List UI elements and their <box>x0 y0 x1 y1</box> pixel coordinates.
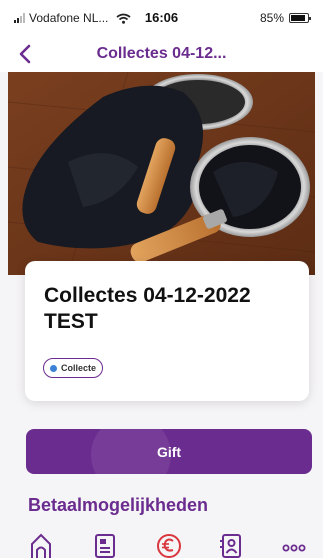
tab-bar <box>0 528 323 558</box>
euro-icon[interactable] <box>155 532 183 558</box>
back-chevron-icon[interactable] <box>14 42 38 66</box>
church-icon[interactable] <box>27 532 55 558</box>
category-badge: Collecte <box>43 358 104 378</box>
hero-image <box>8 72 315 275</box>
card-title: Collectes 04-12-2022 TEST <box>44 284 251 333</box>
collecte-card: Collectes 04-12-2022 TEST Collecte <box>25 261 309 401</box>
nav-bar: Collectes 04-12... <box>0 38 323 72</box>
battery-icon <box>289 13 311 23</box>
status-right: 85% <box>259 11 311 25</box>
badge-dot-icon <box>50 364 57 372</box>
gift-button[interactable]: Gift <box>26 429 312 474</box>
touch-ripple <box>91 429 171 474</box>
battery-percent: 85% <box>259 11 284 25</box>
status-bar: Vodafone NL... 16:06 85% <box>0 0 323 38</box>
contacts-icon[interactable] <box>217 532 245 558</box>
more-icon[interactable] <box>280 532 308 558</box>
page-title: Collectes 04-12... <box>96 45 227 62</box>
section-title: Betaalmogelijkheden <box>28 495 209 515</box>
news-icon[interactable] <box>92 532 120 558</box>
badge-label: Collecte <box>61 363 97 373</box>
